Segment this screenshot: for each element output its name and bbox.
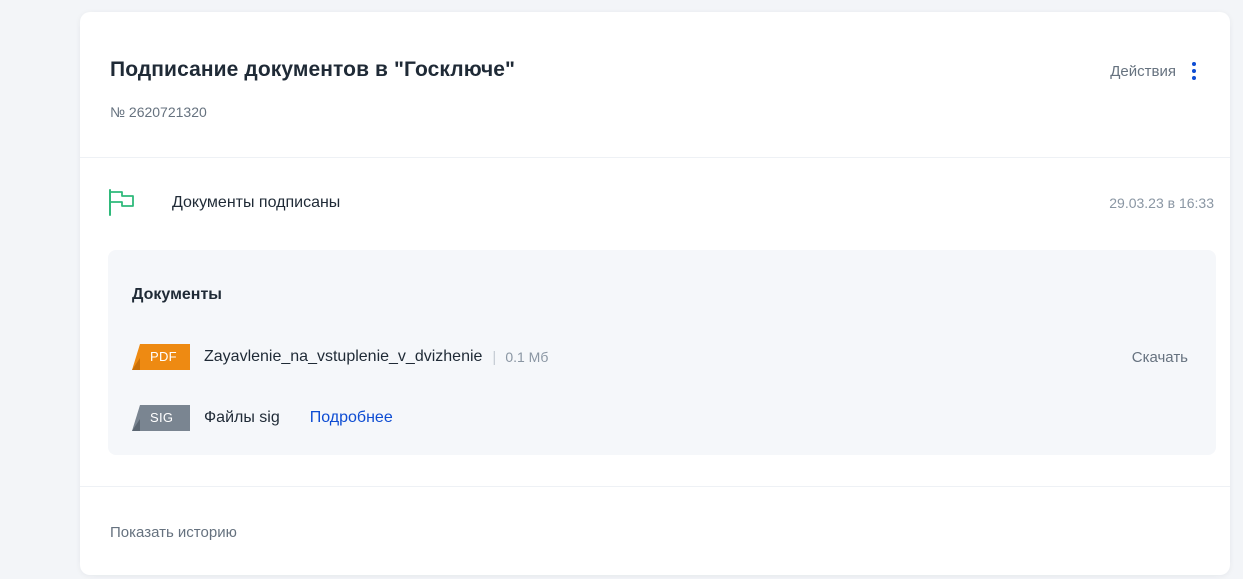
application-card: Подписание документов в "Госключе" № 262… <box>80 12 1230 575</box>
status-row: Документы подписаны 29.03.23 в 16:33 <box>80 182 1230 222</box>
documents-section: Документы PDF Zayavlenie_na_vstuplenie_v… <box>108 250 1216 455</box>
more-vertical-icon <box>1188 60 1200 82</box>
sig-file-name: Файлы sig <box>204 409 280 426</box>
application-number: № 2620721320 <box>110 104 207 120</box>
separator: | <box>492 348 497 366</box>
card-footer: Показать историю <box>80 486 1230 576</box>
flag-icon <box>109 189 134 216</box>
sig-badge-label: SIG <box>150 410 174 425</box>
pdf-file-name: Zayavlenie_na_vstuplenie_v_dvizhenie <box>204 348 483 365</box>
card-header: Подписание документов в "Госключе" № 262… <box>80 12 1230 158</box>
documents-title: Документы <box>132 286 222 303</box>
sig-file-icon: SIG <box>132 405 190 431</box>
pdf-file-icon: PDF <box>132 344 190 370</box>
page-title: Подписание документов в "Госключе" <box>110 58 516 81</box>
pdf-badge-label: PDF <box>150 349 177 364</box>
status-date: 29.03.23 в 16:33 <box>1109 195 1214 211</box>
download-link[interactable]: Скачать <box>1132 349 1188 366</box>
actions-label: Действия <box>1110 62 1176 80</box>
pdf-file-size: 0.1 Мб <box>505 349 549 365</box>
document-row-sig: SIG Файлы sig Подробнее <box>132 402 1192 434</box>
document-row-pdf: PDF Zayavlenie_na_vstuplenie_v_dvizhenie… <box>132 341 1192 373</box>
actions-menu-button[interactable]: Действия <box>1110 60 1200 82</box>
more-details-link[interactable]: Подробнее <box>310 409 393 427</box>
status-text: Документы подписаны <box>172 194 341 211</box>
show-history-link[interactable]: Показать историю <box>110 524 237 541</box>
